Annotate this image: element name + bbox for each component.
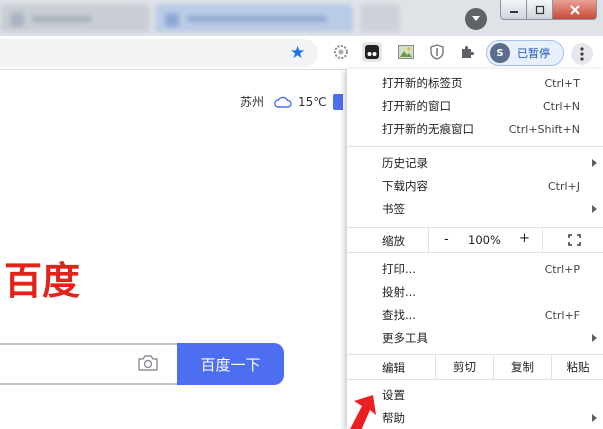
chrome-main-menu: 打开新的标签页 Ctrl+T 打开新的窗口 Ctrl+N 打开新的无痕窗口 Ct… xyxy=(346,69,603,429)
search-input[interactable] xyxy=(0,343,177,385)
menu-item-label: 查找... xyxy=(382,308,416,322)
tab-favicon-icon xyxy=(165,13,179,27)
menu-item-label: 帮助 xyxy=(382,411,405,425)
more-vert-icon xyxy=(580,47,584,61)
close-icon xyxy=(569,4,580,15)
tampermonkey-icon xyxy=(365,45,379,59)
menu-item-settings[interactable]: 设置 xyxy=(347,384,603,406)
paste-button[interactable]: 粘贴 xyxy=(551,355,603,379)
weather-badge xyxy=(332,93,343,110)
fullscreen-icon xyxy=(568,234,581,246)
cut-button[interactable]: 剪切 xyxy=(435,355,493,379)
close-button[interactable] xyxy=(553,0,597,20)
weather-widget[interactable]: 苏州 15℃ xyxy=(240,93,343,110)
menu-item-new-window[interactable]: 打开新的窗口 Ctrl+N xyxy=(347,95,603,117)
profile-paused-button[interactable]: S 已暂停 xyxy=(486,40,564,66)
new-tab-button[interactable] xyxy=(360,4,400,32)
menu-divider xyxy=(347,146,603,147)
shield-icon xyxy=(430,44,444,60)
menu-item-bookmarks[interactable]: 书签 xyxy=(347,198,603,220)
tab-search-icon[interactable] xyxy=(465,8,487,30)
menu-item-shortcut: Ctrl+F xyxy=(544,308,580,322)
browser-toolbar: ★ S 已暂停 xyxy=(0,36,603,70)
puzzle-icon xyxy=(462,46,474,58)
menu-item-new-tab[interactable]: 打开新的标签页 Ctrl+T xyxy=(347,72,603,94)
menu-item-downloads[interactable]: 下载内容 Ctrl+J xyxy=(347,175,603,197)
menu-zoom-row: 缩放 - 100% + xyxy=(347,227,603,253)
menu-item-label: 历史记录 xyxy=(382,156,428,170)
menu-item-shortcut: Ctrl+N xyxy=(542,99,580,113)
menu-item-label: 打开新的窗口 xyxy=(382,99,451,113)
submenu-arrow-icon xyxy=(592,205,597,213)
tab-title-blurred xyxy=(32,16,92,22)
chrome-menu-button[interactable] xyxy=(571,43,593,65)
menu-item-label: 设置 xyxy=(382,388,405,402)
paused-label: 已暂停 xyxy=(517,47,550,60)
menu-item-label: 书签 xyxy=(382,202,405,216)
submenu-arrow-icon xyxy=(592,414,597,422)
extension-gear-icon[interactable] xyxy=(331,42,351,62)
minimize-button[interactable] xyxy=(500,0,527,20)
maximize-button[interactable] xyxy=(527,0,553,20)
weather-temperature: 15℃ xyxy=(298,94,327,109)
baidu-logo: 百度 xyxy=(4,259,81,303)
extension-gear-icon-shape xyxy=(334,45,348,59)
menu-item-history[interactable]: 历史记录 xyxy=(347,152,603,174)
tab-blurred-1[interactable] xyxy=(0,4,150,32)
menu-item-help[interactable]: 帮助 xyxy=(347,407,603,429)
zoom-in-button[interactable]: + xyxy=(519,231,530,246)
copy-button[interactable]: 复制 xyxy=(493,355,551,379)
annotation-arrow-icon xyxy=(350,395,376,429)
menu-edit-row: 编辑 剪切 复制 粘贴 xyxy=(347,354,603,380)
menu-item-label: 投射... xyxy=(382,285,416,299)
menu-item-find[interactable]: 查找... Ctrl+F xyxy=(347,304,603,326)
minimize-icon xyxy=(509,10,518,13)
menu-item-new-incognito[interactable]: 打开新的无痕窗口 Ctrl+Shift+N xyxy=(347,118,603,140)
menu-item-shortcut: Ctrl+T xyxy=(544,76,580,90)
tab-strip xyxy=(0,0,603,36)
cloud-icon xyxy=(274,96,292,108)
address-bar[interactable]: ★ xyxy=(0,39,318,67)
tab-blurred-active[interactable] xyxy=(155,4,353,32)
extension-image-icon[interactable] xyxy=(396,42,416,62)
menu-item-label: 打开新的标签页 xyxy=(382,76,463,90)
image-icon xyxy=(398,45,414,59)
tab-favicon-icon xyxy=(10,13,24,27)
menu-item-label: 更多工具 xyxy=(382,331,428,345)
menu-item-shortcut: Ctrl+J xyxy=(547,179,580,193)
edit-label: 编辑 xyxy=(382,361,405,375)
submenu-arrow-icon xyxy=(592,159,597,167)
menu-item-label: 打开新的无痕窗口 xyxy=(382,122,474,136)
search-button[interactable]: 百度一下 xyxy=(177,343,284,385)
zoom-level: 100% xyxy=(468,233,501,247)
window-controls xyxy=(500,0,597,20)
menu-item-label: 下载内容 xyxy=(382,179,428,193)
menu-item-shortcut: Ctrl+Shift+N xyxy=(508,122,580,136)
menu-item-shortcut: Ctrl+P xyxy=(544,262,580,276)
weather-city: 苏州 xyxy=(240,95,265,109)
extensions-puzzle-icon[interactable] xyxy=(457,42,477,62)
avatar: S xyxy=(490,43,510,63)
tab-title-blurred xyxy=(187,16,327,22)
bookmark-star-icon[interactable]: ★ xyxy=(290,43,305,63)
menu-item-print[interactable]: 打印... Ctrl+P xyxy=(347,258,603,280)
menu-item-more-tools[interactable]: 更多工具 xyxy=(347,327,603,349)
submenu-arrow-icon xyxy=(592,334,597,342)
extension-shield-icon[interactable] xyxy=(427,42,447,62)
zoom-out-button[interactable]: - xyxy=(444,232,449,247)
maximize-icon xyxy=(535,5,544,14)
fullscreen-button[interactable] xyxy=(542,228,603,252)
menu-item-label: 打印... xyxy=(382,262,416,276)
menu-item-cast[interactable]: 投射... xyxy=(347,281,603,303)
extension-tampermonkey-icon[interactable] xyxy=(362,42,382,62)
camera-icon[interactable] xyxy=(137,354,159,372)
zoom-label: 缩放 xyxy=(382,234,405,248)
